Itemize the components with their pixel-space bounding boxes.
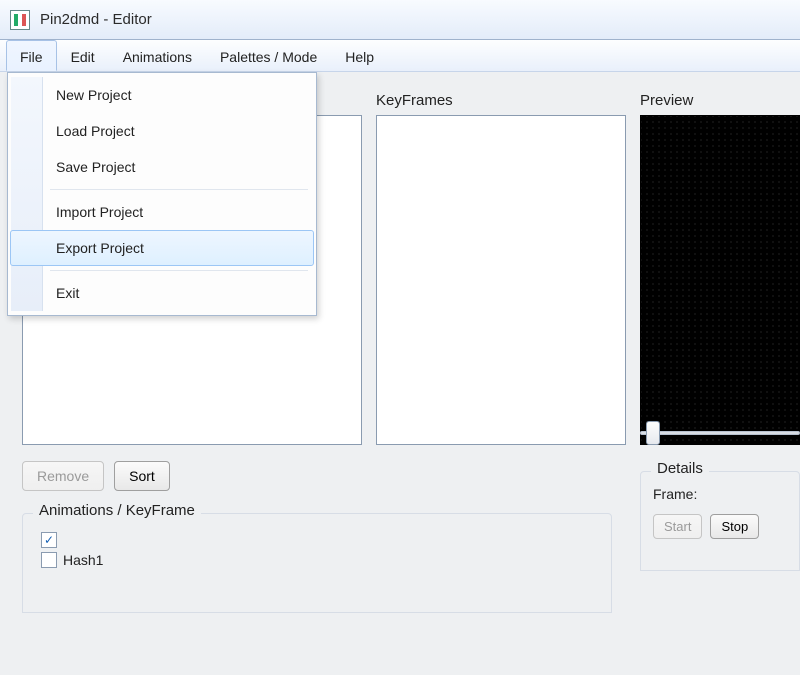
file-dropdown: New Project Load Project Save Project Im… xyxy=(7,72,317,316)
window-title: Pin2dmd - Editor xyxy=(40,11,152,28)
preview-display xyxy=(640,115,800,445)
slider-thumb[interactable] xyxy=(646,421,660,445)
details-group: Details Frame: Start Stop xyxy=(640,471,800,571)
file-new-project[interactable]: New Project xyxy=(10,77,314,113)
keyframes-label: KeyFrames xyxy=(376,92,626,109)
menu-help[interactable]: Help xyxy=(331,40,388,71)
recordings-buttons: Remove Sort xyxy=(22,461,626,491)
dropdown-separator xyxy=(50,189,308,190)
app-icon xyxy=(10,10,30,30)
animations-keyframe-legend: Animations / KeyFrame xyxy=(33,502,201,519)
dropdown-separator xyxy=(50,270,308,271)
menubar: File Edit Animations Palettes / Mode Hel… xyxy=(0,40,800,72)
keyframes-listbox[interactable] xyxy=(376,115,626,445)
sort-button[interactable]: Sort xyxy=(114,461,170,491)
details-legend: Details xyxy=(651,460,709,477)
keyframes-panel: KeyFrames xyxy=(376,92,626,445)
file-import-project[interactable]: Import Project xyxy=(10,194,314,230)
start-button[interactable]: Start xyxy=(653,514,702,539)
checkbox-row-first[interactable] xyxy=(41,532,593,548)
details-column: Details Frame: Start Stop xyxy=(640,419,800,571)
preview-label: Preview xyxy=(640,92,800,109)
menu-file[interactable]: File xyxy=(6,40,57,71)
stop-button[interactable]: Stop xyxy=(710,514,759,539)
bottom-row: Remove Sort Animations / KeyFrame Hash1 xyxy=(22,461,800,613)
file-load-project[interactable]: Load Project xyxy=(10,113,314,149)
checkbox-first[interactable] xyxy=(41,532,57,548)
checkbox-hash1-label: Hash1 xyxy=(63,552,103,568)
file-export-project[interactable]: Export Project xyxy=(10,230,314,266)
checkbox-hash1[interactable] xyxy=(41,552,57,568)
preview-slider[interactable] xyxy=(640,419,800,447)
menu-palettes-mode[interactable]: Palettes / Mode xyxy=(206,40,331,71)
remove-button[interactable]: Remove xyxy=(22,461,104,491)
menu-animations[interactable]: Animations xyxy=(109,40,206,71)
preview-panel: Preview xyxy=(640,92,800,445)
playback-buttons: Start Stop xyxy=(653,514,787,539)
file-exit[interactable]: Exit xyxy=(10,275,314,311)
titlebar: Pin2dmd - Editor xyxy=(0,0,800,40)
slider-track xyxy=(640,431,800,435)
frame-label: Frame: xyxy=(653,486,787,502)
animations-keyframe-group: Animations / KeyFrame Hash1 xyxy=(22,513,612,613)
checkbox-row-hash1[interactable]: Hash1 xyxy=(41,552,593,568)
menu-edit[interactable]: Edit xyxy=(57,40,109,71)
file-save-project[interactable]: Save Project xyxy=(10,149,314,185)
